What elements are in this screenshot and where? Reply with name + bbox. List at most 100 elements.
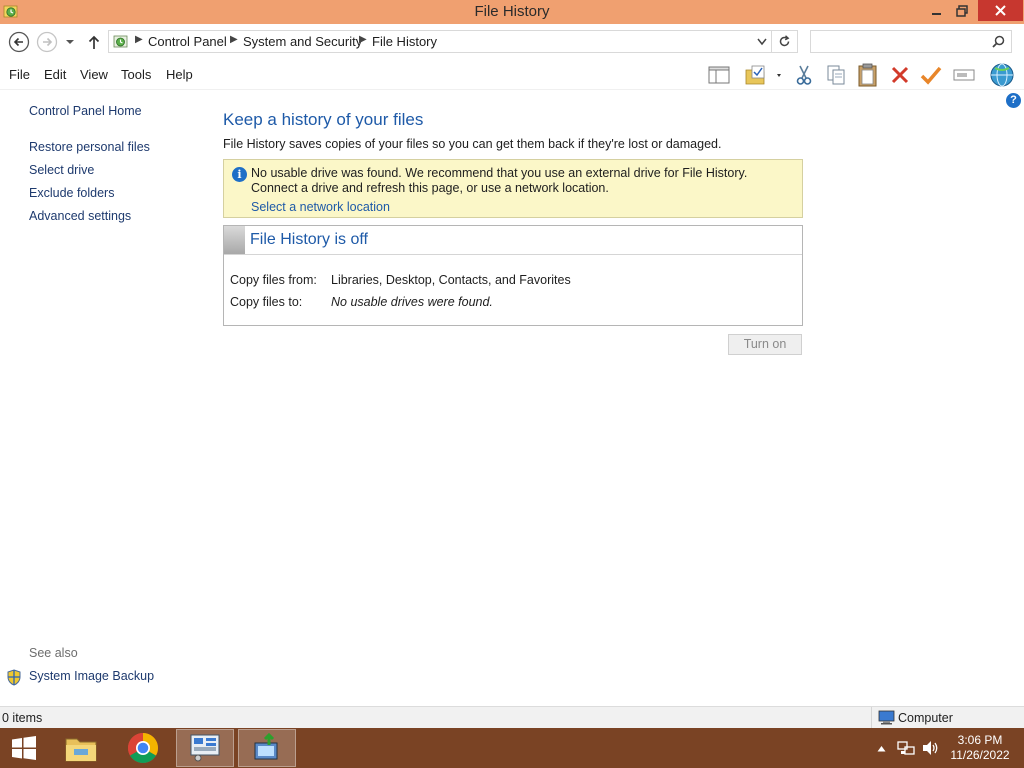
delete-icon	[891, 66, 909, 84]
paste-button[interactable]	[854, 62, 882, 88]
breadcrumb-separator-icon[interactable]: ▶	[230, 34, 238, 45]
checkmark-icon	[920, 66, 942, 85]
file-history-taskbar-icon	[254, 733, 278, 760]
copy-to-label: Copy files to:	[230, 295, 303, 309]
breadcrumb-separator-icon[interactable]: ▶	[135, 34, 143, 45]
search-box[interactable]	[810, 30, 1012, 53]
see-also-system-image-backup-link[interactable]: System Image Backup	[29, 669, 154, 683]
chevron-up-icon	[877, 745, 885, 751]
refresh-button[interactable]	[772, 30, 798, 53]
control-panel-taskbar-icon	[190, 734, 220, 762]
show-hidden-icons-button[interactable]	[874, 728, 888, 768]
close-button[interactable]	[978, 0, 1023, 21]
volume-tray-button[interactable]	[920, 728, 942, 768]
menu-tools[interactable]: Tools	[121, 67, 151, 82]
properties-check-button[interactable]	[917, 62, 945, 88]
forward-button[interactable]	[36, 31, 58, 53]
status-header: File History is off	[224, 226, 802, 255]
sidebar-item-advanced-settings[interactable]: Advanced settings	[29, 209, 131, 223]
page-description: File History saves copies of your files …	[223, 137, 722, 151]
folder-properties-button[interactable]	[743, 62, 783, 88]
zone-indicator: Computer	[871, 707, 1024, 728]
up-button[interactable]	[84, 31, 104, 53]
network-icon	[897, 741, 915, 755]
control-panel-home-link[interactable]: Control Panel Home	[29, 104, 142, 118]
see-also-heading: See also	[29, 646, 78, 660]
up-arrow-icon	[88, 35, 100, 49]
copy-from-value: Libraries, Desktop, Contacts, and Favori…	[331, 273, 571, 287]
breadcrumb-system-and-security[interactable]: System and Security	[243, 34, 362, 49]
minimize-icon	[932, 12, 941, 15]
refresh-icon	[779, 35, 790, 47]
file-explorer-icon	[65, 738, 97, 762]
network-globe-icon	[990, 63, 1014, 87]
help-icon[interactable]: ?	[1006, 93, 1021, 108]
taskbar: 3:06 PM 11/26/2022	[0, 728, 1024, 768]
window-title: File History	[474, 3, 550, 20]
copy-button[interactable]	[822, 62, 850, 88]
info-bar: i No usable drive was found. We recommen…	[223, 159, 803, 218]
folder-properties-icon	[745, 65, 781, 85]
info-message: No usable drive was found. We recommend …	[251, 166, 748, 195]
paste-icon	[858, 63, 877, 87]
layout-pane-button[interactable]	[705, 62, 733, 88]
windows-logo-icon	[12, 736, 36, 760]
rename-icon	[953, 69, 975, 81]
volume-icon	[923, 741, 938, 755]
sidebar-item-restore-personal-files[interactable]: Restore personal files	[29, 140, 150, 154]
chrome-icon	[127, 733, 159, 764]
select-network-location-link[interactable]: Select a network location	[251, 200, 390, 214]
menu-file[interactable]: File	[9, 67, 30, 82]
address-dropdown-chevron-icon[interactable]	[757, 38, 767, 46]
search-input[interactable]	[811, 31, 986, 52]
menu-edit[interactable]: Edit	[44, 67, 66, 82]
cut-button[interactable]	[790, 62, 818, 88]
cut-icon	[796, 65, 812, 85]
control-panel-icon	[113, 35, 128, 48]
network-button[interactable]	[988, 62, 1016, 88]
back-arrow-icon	[8, 31, 30, 53]
copy-icon	[827, 65, 845, 85]
menu-view[interactable]: View	[80, 67, 108, 82]
status-title: File History is off	[250, 231, 368, 248]
rename-button[interactable]	[950, 62, 978, 88]
forward-arrow-icon	[36, 31, 58, 53]
minimize-button[interactable]	[923, 0, 951, 21]
status-indicator	[224, 226, 245, 254]
copy-from-label: Copy files from:	[230, 273, 317, 287]
zone-label: Computer	[898, 711, 953, 725]
restore-icon	[956, 4, 968, 17]
clock-time: 3:06 PM	[957, 733, 1003, 747]
chevron-down-icon	[66, 40, 74, 44]
title-bar: File History	[0, 0, 1024, 24]
copy-to-value: No usable drives were found.	[331, 295, 493, 309]
info-icon: i	[232, 167, 247, 182]
file-history-status-panel: File History is off Copy files from: Lib…	[223, 225, 803, 326]
start-button[interactable]	[0, 729, 48, 767]
breadcrumb-file-history[interactable]: File History	[372, 34, 437, 49]
network-tray-button[interactable]	[895, 728, 917, 768]
breadcrumb-separator-icon[interactable]: ▶	[359, 34, 367, 45]
address-bar[interactable]: ▶ Control Panel ▶ System and Security ▶ …	[108, 30, 772, 53]
taskbar-clock[interactable]: 3:06 PM 11/26/2022	[944, 733, 1016, 763]
sidebar-item-select-drive[interactable]: Select drive	[29, 163, 94, 177]
sidebar-item-exclude-folders[interactable]: Exclude folders	[29, 186, 114, 200]
taskbar-file-explorer[interactable]	[52, 729, 110, 767]
close-icon	[995, 5, 1006, 16]
restore-button[interactable]	[948, 0, 976, 21]
taskbar-control-panel[interactable]	[176, 729, 234, 767]
menu-help[interactable]: Help	[166, 67, 193, 82]
turn-on-button[interactable]: Turn on	[728, 334, 802, 355]
taskbar-chrome[interactable]	[114, 729, 172, 767]
computer-icon	[878, 710, 895, 725]
breadcrumb-control-panel[interactable]: Control Panel	[148, 34, 227, 49]
search-icon[interactable]	[992, 35, 1005, 48]
shield-icon	[7, 669, 21, 686]
back-button[interactable]	[8, 31, 30, 53]
items-count: 0 items	[2, 711, 43, 725]
taskbar-file-history[interactable]	[238, 729, 296, 767]
delete-button[interactable]	[886, 62, 914, 88]
navigation-bar: ▶ Control Panel ▶ System and Security ▶ …	[0, 24, 1024, 60]
status-bar: 0 items Computer	[0, 706, 1024, 728]
recent-locations-dropdown[interactable]	[62, 31, 78, 53]
